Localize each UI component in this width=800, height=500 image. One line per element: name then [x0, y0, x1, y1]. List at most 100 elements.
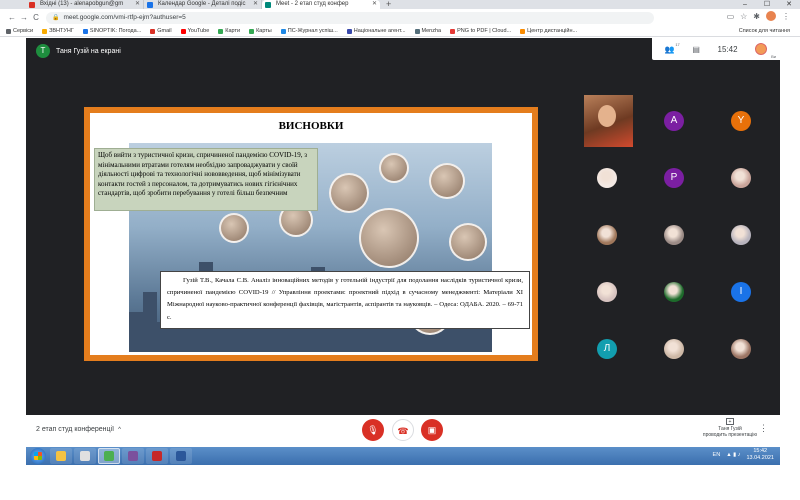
bookmark-label: YouTube	[187, 28, 210, 34]
presenting-status: проводить презентацію	[702, 432, 758, 438]
participant-photo	[664, 339, 684, 359]
participant-tile[interactable]	[576, 152, 638, 204]
network-photo-bubble	[449, 223, 487, 261]
participant-tile[interactable]: Л	[576, 323, 638, 375]
word-icon	[176, 451, 186, 461]
maximize-button[interactable]: ☐	[756, 0, 778, 9]
participant-photo	[597, 168, 617, 188]
meet-favicon-icon	[265, 2, 271, 8]
pdf-icon	[152, 451, 162, 461]
meeting-clock: 15:42	[717, 44, 738, 54]
bookmark-item[interactable]: ЗВНТУНГ	[42, 28, 74, 34]
microphone-toggle-button[interactable]: 🎙	[362, 419, 384, 441]
bookmark-item[interactable]: ПС-Журнал успіш...	[280, 28, 338, 34]
meeting-details-button[interactable]: 2 етап студ конференції ^	[36, 426, 121, 433]
language-indicator[interactable]: EN	[713, 452, 721, 458]
bookmark-item[interactable]: Menzha	[414, 28, 442, 34]
bookmark-favicon-icon	[346, 28, 352, 34]
participant-tile[interactable]	[710, 209, 772, 261]
close-window-button[interactable]: ✕	[778, 0, 800, 9]
close-tab-icon[interactable]: ✕	[253, 0, 258, 9]
participant-avatar: Л	[597, 339, 617, 359]
bookmark-item[interactable]: Карти	[218, 28, 240, 34]
close-tab-icon[interactable]: ✕	[135, 0, 140, 9]
bookmark-item[interactable]: Gmail	[150, 28, 172, 34]
participant-face	[598, 105, 616, 127]
presenter-avatar: T	[36, 44, 50, 58]
participant-tile[interactable]: Y	[710, 95, 772, 147]
extensions-icon[interactable]: ✱	[753, 12, 760, 21]
system-date: 13.04.2021	[746, 455, 774, 461]
taskbar-app-chrome[interactable]	[98, 448, 120, 464]
bookmark-label: PNG to PDF | Cloud...	[457, 28, 512, 34]
participant-tile[interactable]	[576, 209, 638, 261]
new-tab-button[interactable]: +	[386, 0, 391, 9]
participants-icon[interactable]: 👥 17	[665, 42, 680, 54]
participant-tile[interactable]	[643, 209, 705, 261]
minimize-button[interactable]: –	[734, 0, 756, 9]
more-options-icon[interactable]: ⋮	[759, 423, 768, 434]
bookmark-item[interactable]: Центр дистанційн...	[520, 28, 577, 34]
browser-tab-gmail[interactable]: Вхідні (13) - alenapobgun@gm ✕	[26, 0, 144, 9]
system-tray: EN ▲ ▮ ♪ 15:42 13.04.2021	[713, 448, 774, 462]
leave-call-button[interactable]: ☎	[392, 419, 414, 441]
tray-icons[interactable]: ▲ ▮ ♪	[726, 452, 740, 458]
bookmark-label: Menzha	[421, 28, 442, 34]
taskbar-app-viber[interactable]	[122, 448, 144, 464]
browser-tab-meet[interactable]: Meet - 2 етап студ конфер ✕	[262, 0, 380, 9]
network-photo-bubble	[379, 153, 409, 183]
bookmark-item[interactable]: SINOPTIK: Погода...	[82, 28, 141, 34]
participant-tile[interactable]	[643, 323, 705, 375]
presenter-label: Таня Гузій на екрані	[56, 47, 121, 55]
menu-dots-icon[interactable]: ⋮	[782, 12, 790, 21]
cast-icon[interactable]: ▭	[727, 12, 735, 21]
participant-tile[interactable]	[710, 323, 772, 375]
tab-label: Вхідні (13) - alenapobgun@gm	[40, 1, 124, 7]
url-input[interactable]: 🔒 meet.google.com/vmi-rtfp-ejm?authuser=…	[46, 11, 654, 24]
participant-photo	[731, 225, 751, 245]
browser-tab-calendar[interactable]: Календар Google - Деталі подіс ✕	[144, 0, 262, 9]
skyline-building	[143, 292, 157, 352]
participant-tile[interactable]: I	[710, 266, 772, 318]
participant-tile[interactable]	[576, 266, 638, 318]
system-time: 15:42	[753, 448, 768, 454]
reading-list-button[interactable]: Список для читання	[739, 28, 790, 34]
self-avatar	[755, 43, 768, 55]
chrome-icon	[104, 451, 114, 461]
bookmark-label: ПС-Журнал успіш...	[287, 28, 338, 34]
participant-tile[interactable]	[576, 95, 638, 147]
back-button[interactable]: ←	[6, 13, 18, 22]
taskbar-app-explorer[interactable]	[50, 448, 72, 464]
participant-photo	[731, 339, 751, 359]
reload-button[interactable]: C	[30, 13, 42, 22]
participant-avatar: I	[731, 282, 751, 302]
participant-grid: A Y P I Л	[576, 95, 779, 377]
window-controls: – ☐ ✕	[734, 0, 800, 9]
bookmark-favicon-icon	[218, 28, 224, 34]
chat-icon[interactable]: ▤	[692, 45, 700, 54]
bookmark-item[interactable]: Сервіси	[6, 28, 33, 34]
forward-button[interactable]: →	[18, 13, 30, 22]
participant-tile[interactable]: A	[643, 95, 705, 147]
bookmark-favicon-icon	[450, 28, 456, 34]
taskbar-app-media[interactable]	[74, 448, 96, 464]
participant-tile[interactable]	[643, 266, 705, 318]
bookmark-favicon-icon	[414, 28, 420, 34]
profile-avatar[interactable]	[766, 11, 776, 21]
camera-toggle-button[interactable]: ▣	[421, 419, 443, 441]
start-button[interactable]	[30, 448, 46, 464]
participant-tile[interactable]: P	[643, 152, 705, 204]
bookmark-item[interactable]: Карты	[249, 28, 272, 34]
tab-label: Календар Google - Деталі подіс	[158, 1, 246, 7]
taskbar-app-pdf[interactable]	[146, 448, 168, 464]
close-tab-icon[interactable]: ✕	[372, 0, 377, 9]
bookmark-item[interactable]: Національне агент...	[346, 28, 406, 34]
participant-tile[interactable]	[710, 152, 772, 204]
system-clock[interactable]: 15:42 13.04.2021	[746, 448, 774, 462]
bookmark-item[interactable]: YouTube	[180, 28, 210, 34]
taskbar-app-word[interactable]	[170, 448, 192, 464]
bookmark-label: Gmail	[157, 28, 172, 34]
bookmark-item[interactable]: PNG to PDF | Cloud...	[450, 28, 511, 34]
star-icon[interactable]: ☆	[740, 12, 747, 21]
presenting-now-button[interactable]: + Таня Гузій проводить презентацію	[702, 418, 758, 438]
